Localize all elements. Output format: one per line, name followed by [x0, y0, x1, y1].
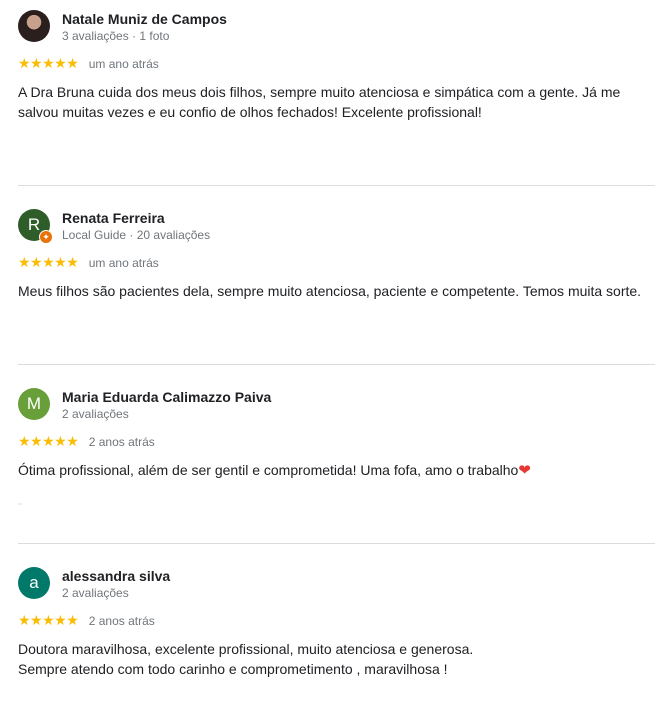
- author-name[interactable]: Natale Muniz de Campos: [62, 11, 227, 27]
- local-guide-badge-icon: ✦: [39, 230, 53, 244]
- author-name[interactable]: alessandra silva: [62, 568, 170, 584]
- review-card: Natale Muniz de Campos 3 avaliações · 1 …: [18, 10, 655, 120]
- divider: [18, 543, 655, 544]
- review-time: um ano atrás: [88, 56, 159, 71]
- star-rating-icon: ★★★★★: [18, 55, 79, 72]
- rating-row: ★★★★★ um ano atrás: [18, 55, 159, 71]
- avatar[interactable]: a: [18, 567, 50, 599]
- review-card: R ✦ Renata Ferreira Local Guide · 20 ava…: [18, 209, 655, 299]
- review-time: 2 anos atrás: [88, 613, 155, 628]
- avatar[interactable]: R ✦: [18, 209, 53, 244]
- review-card: a alessandra silva 2 avaliações ★★★★★ 2 …: [18, 567, 655, 677]
- review-header: Natale Muniz de Campos 3 avaliações · 1 …: [18, 10, 655, 50]
- author-name[interactable]: Renata Ferreira: [62, 210, 165, 226]
- author-name[interactable]: Maria Eduarda Calimazzo Paiva: [62, 389, 271, 405]
- review-header: M Maria Eduarda Calimazzo Paiva 2 avalia…: [18, 388, 655, 428]
- rating-row: ★★★★★ 2 anos atrás: [18, 433, 155, 449]
- review-header: R ✦ Renata Ferreira Local Guide · 20 ava…: [18, 209, 655, 249]
- review-time: um ano atrás: [88, 255, 159, 270]
- rating-row: ★★★★★ um ano atrás: [18, 254, 159, 270]
- author-meta: 2 avaliações: [62, 586, 129, 600]
- review-text: Doutora maravilhosa, excelente profissio…: [18, 641, 474, 677]
- avatar-letter: M: [26, 394, 42, 413]
- avatar[interactable]: M: [18, 388, 50, 420]
- review-card: M Maria Eduarda Calimazzo Paiva 2 avalia…: [18, 388, 655, 505]
- review-time: 2 anos atrás: [88, 434, 155, 449]
- review-text-body: Ótima profissional, além de ser gentil e…: [18, 462, 519, 478]
- star-rating-icon: ★★★★★: [18, 254, 79, 271]
- review-text: Ótima profissional, além de ser gentil e…: [18, 460, 648, 481]
- review-text: A Dra Bruna cuida dos meus dois filhos, …: [18, 84, 621, 120]
- review-header: a alessandra silva 2 avaliações: [18, 567, 655, 607]
- author-meta: Local Guide · 20 avaliações: [62, 228, 211, 242]
- avatar-letter: R: [27, 215, 41, 234]
- rating-row: ★★★★★ 2 anos atrás: [18, 612, 155, 628]
- faint-mark: [18, 503, 22, 505]
- star-rating-icon: ★★★★★: [18, 433, 79, 450]
- review-text: Meus filhos são pacientes dela, sempre m…: [18, 283, 642, 299]
- author-meta: 3 avaliações · 1 foto: [62, 29, 170, 43]
- avatar[interactable]: [18, 10, 50, 42]
- star-rating-icon: ★★★★★: [18, 612, 79, 629]
- divider: [18, 185, 655, 186]
- heart-emoji-icon: ❤: [518, 462, 531, 479]
- author-meta: 2 avaliações: [62, 407, 129, 421]
- avatar-letter: a: [29, 573, 39, 592]
- divider: [18, 364, 655, 365]
